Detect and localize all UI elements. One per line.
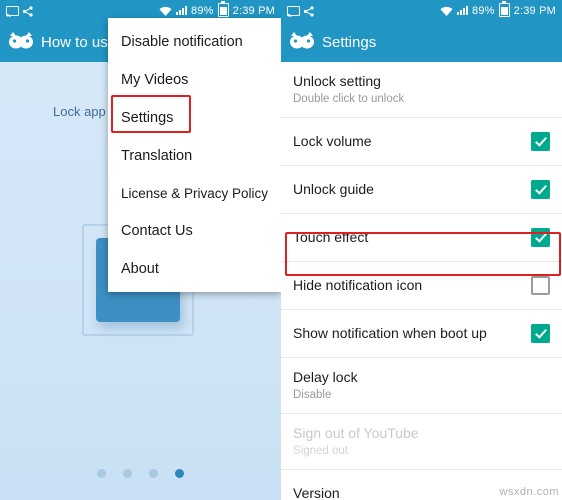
left-status-left-icons	[6, 5, 159, 17]
row-texts: Hide notification icon	[293, 277, 521, 294]
menu-item-license-privacy-policy[interactable]: License & Privacy Policy	[108, 175, 281, 212]
checkbox-unlock-guide[interactable]	[531, 180, 550, 199]
row-label: Show notification when boot up	[293, 325, 487, 341]
menu-item-settings[interactable]: Settings	[108, 99, 281, 137]
settings-row-sign-out-youtube: Sign out of YouTube Signed out	[281, 414, 562, 470]
settings-list: Unlock setting Double click to unlock Lo…	[281, 62, 562, 500]
checkbox-lock-volume[interactable]	[531, 132, 550, 151]
right-status-bar: 89% 2:39 PM	[281, 0, 562, 22]
share-icon	[22, 5, 34, 17]
row-texts: Lock volume	[293, 133, 521, 150]
row-label: Hide notification icon	[293, 277, 423, 293]
cast-icon	[6, 5, 19, 17]
row-texts: Sign out of YouTube Signed out	[293, 425, 550, 459]
battery-percent-label: 89%	[472, 5, 495, 17]
pager-dot-active[interactable]	[175, 469, 184, 478]
settings-row-unlock-setting[interactable]: Unlock setting Double click to unlock	[281, 62, 562, 118]
row-sublabel: Double click to unlock	[293, 92, 405, 105]
row-label: Unlock guide	[293, 181, 374, 197]
row-texts: Show notification when boot up	[293, 325, 521, 342]
row-label: Lock volume	[293, 133, 372, 149]
signal-icon	[457, 5, 468, 18]
right-status-right: 89% 2:39 PM	[440, 0, 556, 20]
pager-dot[interactable]	[97, 469, 106, 478]
left-status-right: 89% 2:39 PM	[159, 0, 275, 20]
row-texts: Unlock setting Double click to unlock	[293, 73, 550, 107]
row-texts: Delay lock Disable	[293, 369, 550, 403]
pager-dot[interactable]	[149, 469, 158, 478]
row-texts: Unlock guide	[293, 181, 521, 198]
right-app-bar: Settings	[281, 22, 562, 62]
settings-row-unlock-guide[interactable]: Unlock guide	[281, 166, 562, 214]
right-phone-screen: 89% 2:39 PM Settings Unlock setting Doub…	[281, 0, 562, 500]
settings-row-touch-effect[interactable]: Touch effect	[281, 214, 562, 262]
left-phone-screen: 89% 2:39 PM How to use Lock app Disable …	[0, 0, 281, 500]
settings-row-lock-volume[interactable]: Lock volume	[281, 118, 562, 166]
row-sublabel: Signed out	[293, 444, 348, 457]
menu-item-about[interactable]: About	[108, 250, 281, 288]
pager-dot[interactable]	[123, 469, 132, 478]
pager-dots	[0, 469, 281, 478]
menu-item-translation[interactable]: Translation	[108, 137, 281, 175]
right-status-left-icons	[287, 5, 440, 17]
share-icon	[303, 5, 315, 17]
battery-icon	[498, 0, 510, 20]
dual-screenshot-container: 89% 2:39 PM How to use Lock app Disable …	[0, 0, 562, 500]
wifi-icon	[159, 6, 172, 17]
settings-row-show-notification-boot[interactable]: Show notification when boot up	[281, 310, 562, 358]
wifi-icon	[440, 6, 453, 17]
app-logo-icon	[8, 30, 34, 54]
cast-icon	[287, 5, 300, 17]
row-label: Delay lock	[293, 368, 358, 385]
app-logo-icon	[289, 30, 315, 54]
checkbox-touch-effect[interactable]	[531, 228, 550, 247]
watermark-label: wsxdn.com	[499, 486, 559, 498]
checkbox-hide-notification-icon[interactable]	[531, 276, 550, 295]
row-texts: Touch effect	[293, 229, 521, 246]
menu-item-contact-us[interactable]: Contact Us	[108, 212, 281, 250]
right-app-bar-title: Settings	[322, 33, 377, 51]
row-label: Unlock setting	[293, 72, 381, 89]
clock-label: 2:39 PM	[232, 5, 275, 17]
checkbox-show-notification-boot[interactable]	[531, 324, 550, 343]
battery-percent-label: 89%	[191, 5, 214, 17]
battery-icon	[217, 0, 229, 20]
left-app-bar-title: How to use	[41, 33, 117, 51]
row-sublabel: Disable	[293, 388, 332, 401]
lock-app-label: Lock app	[53, 104, 106, 119]
settings-row-hide-notification-icon[interactable]: Hide notification icon	[281, 262, 562, 310]
clock-label: 2:39 PM	[513, 5, 556, 17]
settings-row-delay-lock[interactable]: Delay lock Disable	[281, 358, 562, 414]
row-label: Touch effect	[293, 229, 369, 245]
row-label: Sign out of YouTube	[293, 424, 419, 441]
signal-icon	[176, 5, 187, 18]
menu-item-disable-notification[interactable]: Disable notification	[108, 23, 281, 61]
menu-item-my-videos[interactable]: My Videos	[108, 61, 281, 99]
overflow-menu: Disable notification My Videos Settings …	[108, 18, 281, 292]
